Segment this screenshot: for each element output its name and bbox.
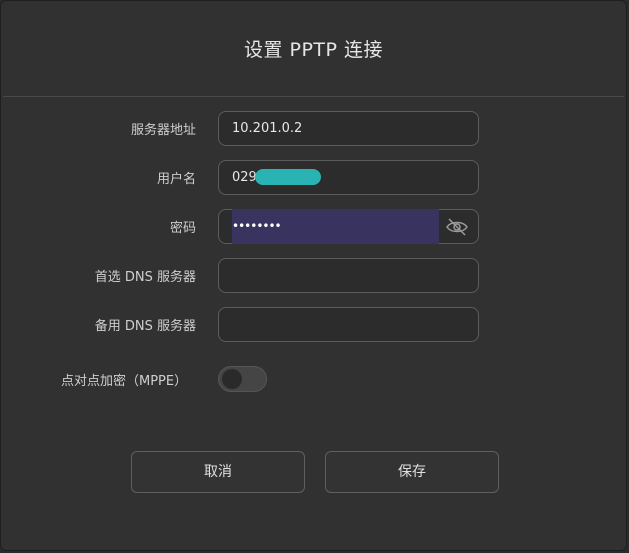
username-field[interactable]: 029	[218, 160, 479, 195]
username-label: 用户名	[156, 172, 196, 187]
password-field[interactable]: ••••••••	[218, 209, 479, 244]
primary-dns-label: 首选 DNS 服务器	[94, 270, 196, 285]
dialog-title: 设置 PPTP 连接	[243, 39, 384, 61]
header-divider	[3, 96, 624, 97]
redaction-mark	[255, 169, 321, 185]
mppe-label: 点对点加密（MPPE）	[61, 374, 188, 389]
pptp-settings-dialog: 设置 PPTP 连接 服务器地址 10.201.0.2 用户名 029 密码 •…	[0, 0, 627, 551]
secondary-dns-field[interactable]	[218, 307, 479, 342]
server-address-value: 10.201.0.2	[232, 121, 303, 136]
primary-dns-field[interactable]	[218, 258, 479, 293]
username-value: 029	[232, 170, 257, 185]
toggle-knob	[222, 369, 242, 389]
password-value: ••••••••	[232, 219, 282, 233]
server-address-field[interactable]: 10.201.0.2	[218, 111, 479, 146]
cancel-button[interactable]: 取消	[131, 451, 305, 493]
server-address-label: 服务器地址	[130, 123, 196, 138]
secondary-dns-label: 备用 DNS 服务器	[94, 319, 196, 334]
mppe-toggle[interactable]	[218, 366, 267, 392]
password-label: 密码	[169, 221, 196, 236]
eye-slash-icon[interactable]	[445, 217, 469, 237]
save-button[interactable]: 保存	[325, 451, 499, 493]
